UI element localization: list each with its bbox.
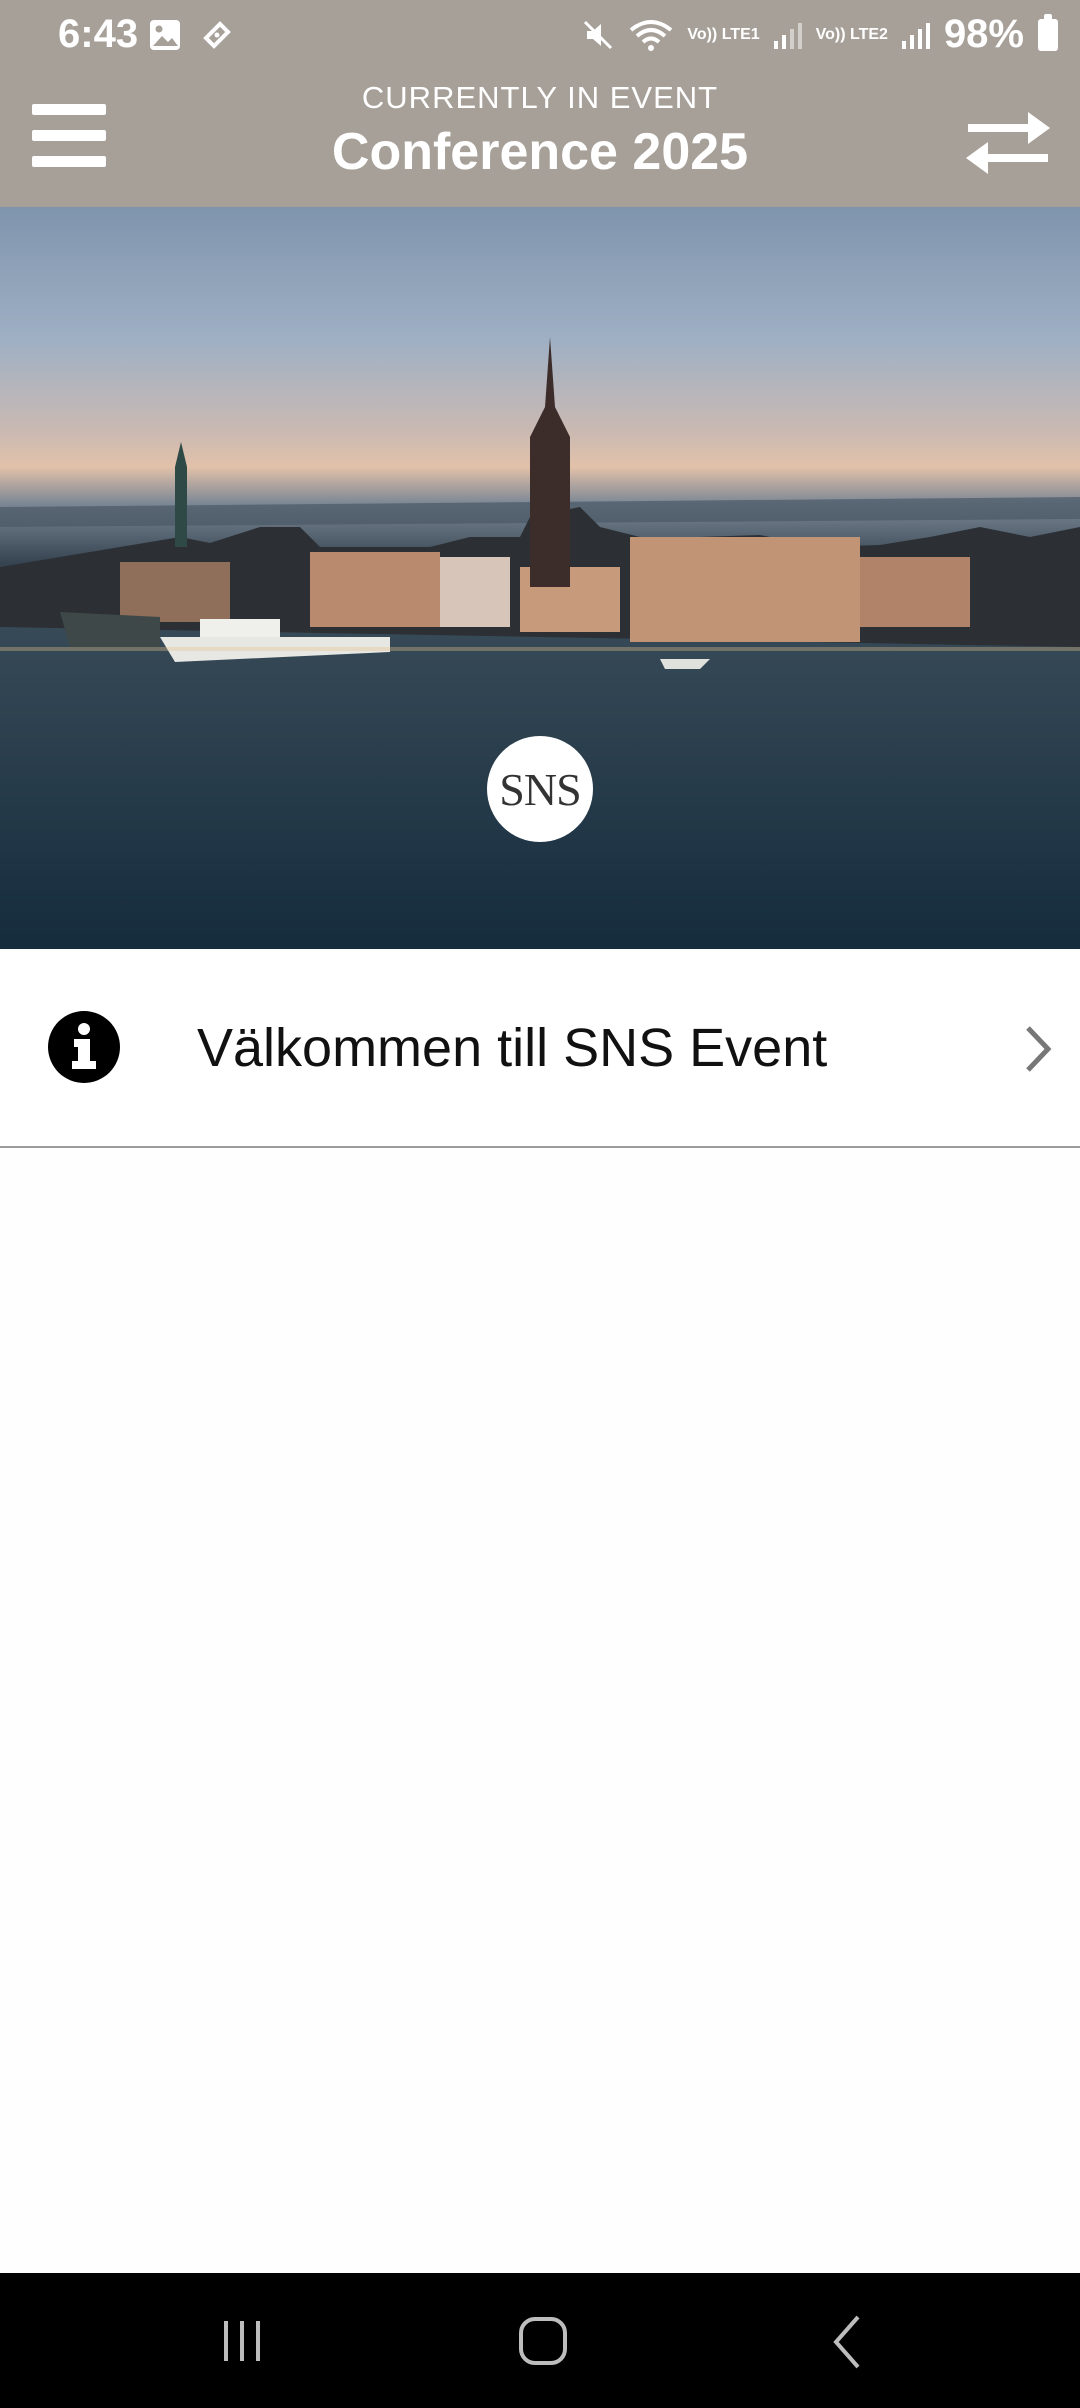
recent-apps-icon[interactable] [218,2317,266,2365]
home-icon[interactable] [517,2315,569,2367]
status-system-icons: Vo)) LTE1 Vo)) LTE2 98% [581,12,1058,57]
top-app-bar: 6:43 Vo)) LTE1 Vo)) LTE2 98% CURRENTLY I… [0,0,1080,207]
back-icon[interactable] [830,2313,862,2371]
signal-2-icon [901,21,930,49]
wifi-icon [630,19,673,51]
event-title-block: CURRENTLY IN EVENT Conference 2025 [0,80,1080,182]
swap-arrows-icon[interactable] [962,104,1054,174]
list-item-label: Välkommen till SNS Event [197,1018,828,1078]
ticket-icon [203,21,231,49]
info-icon [48,1011,120,1083]
signal-1-icon [773,21,802,49]
status-notification-icons [148,18,234,52]
mute-icon [584,20,613,49]
battery-percent: 98% [943,12,1024,56]
sim2-label: Vo)) LTE2 [815,26,888,43]
sim1-label: Vo)) LTE1 [687,26,760,43]
status-time: 6:43 [58,12,139,56]
system-navigation-bar [0,2273,1080,2408]
header-subtitle: CURRENTLY IN EVENT [361,80,719,115]
page-title: Conference 2025 [331,123,749,181]
event-banner-image: SNS [0,207,1080,949]
list-item-welcome[interactable]: Välkommen till SNS Event [0,949,1080,1148]
sns-logo: SNS [487,736,593,842]
battery-icon [1038,13,1058,51]
gallery-icon [150,20,180,50]
chevron-right-icon [1026,1026,1052,1072]
